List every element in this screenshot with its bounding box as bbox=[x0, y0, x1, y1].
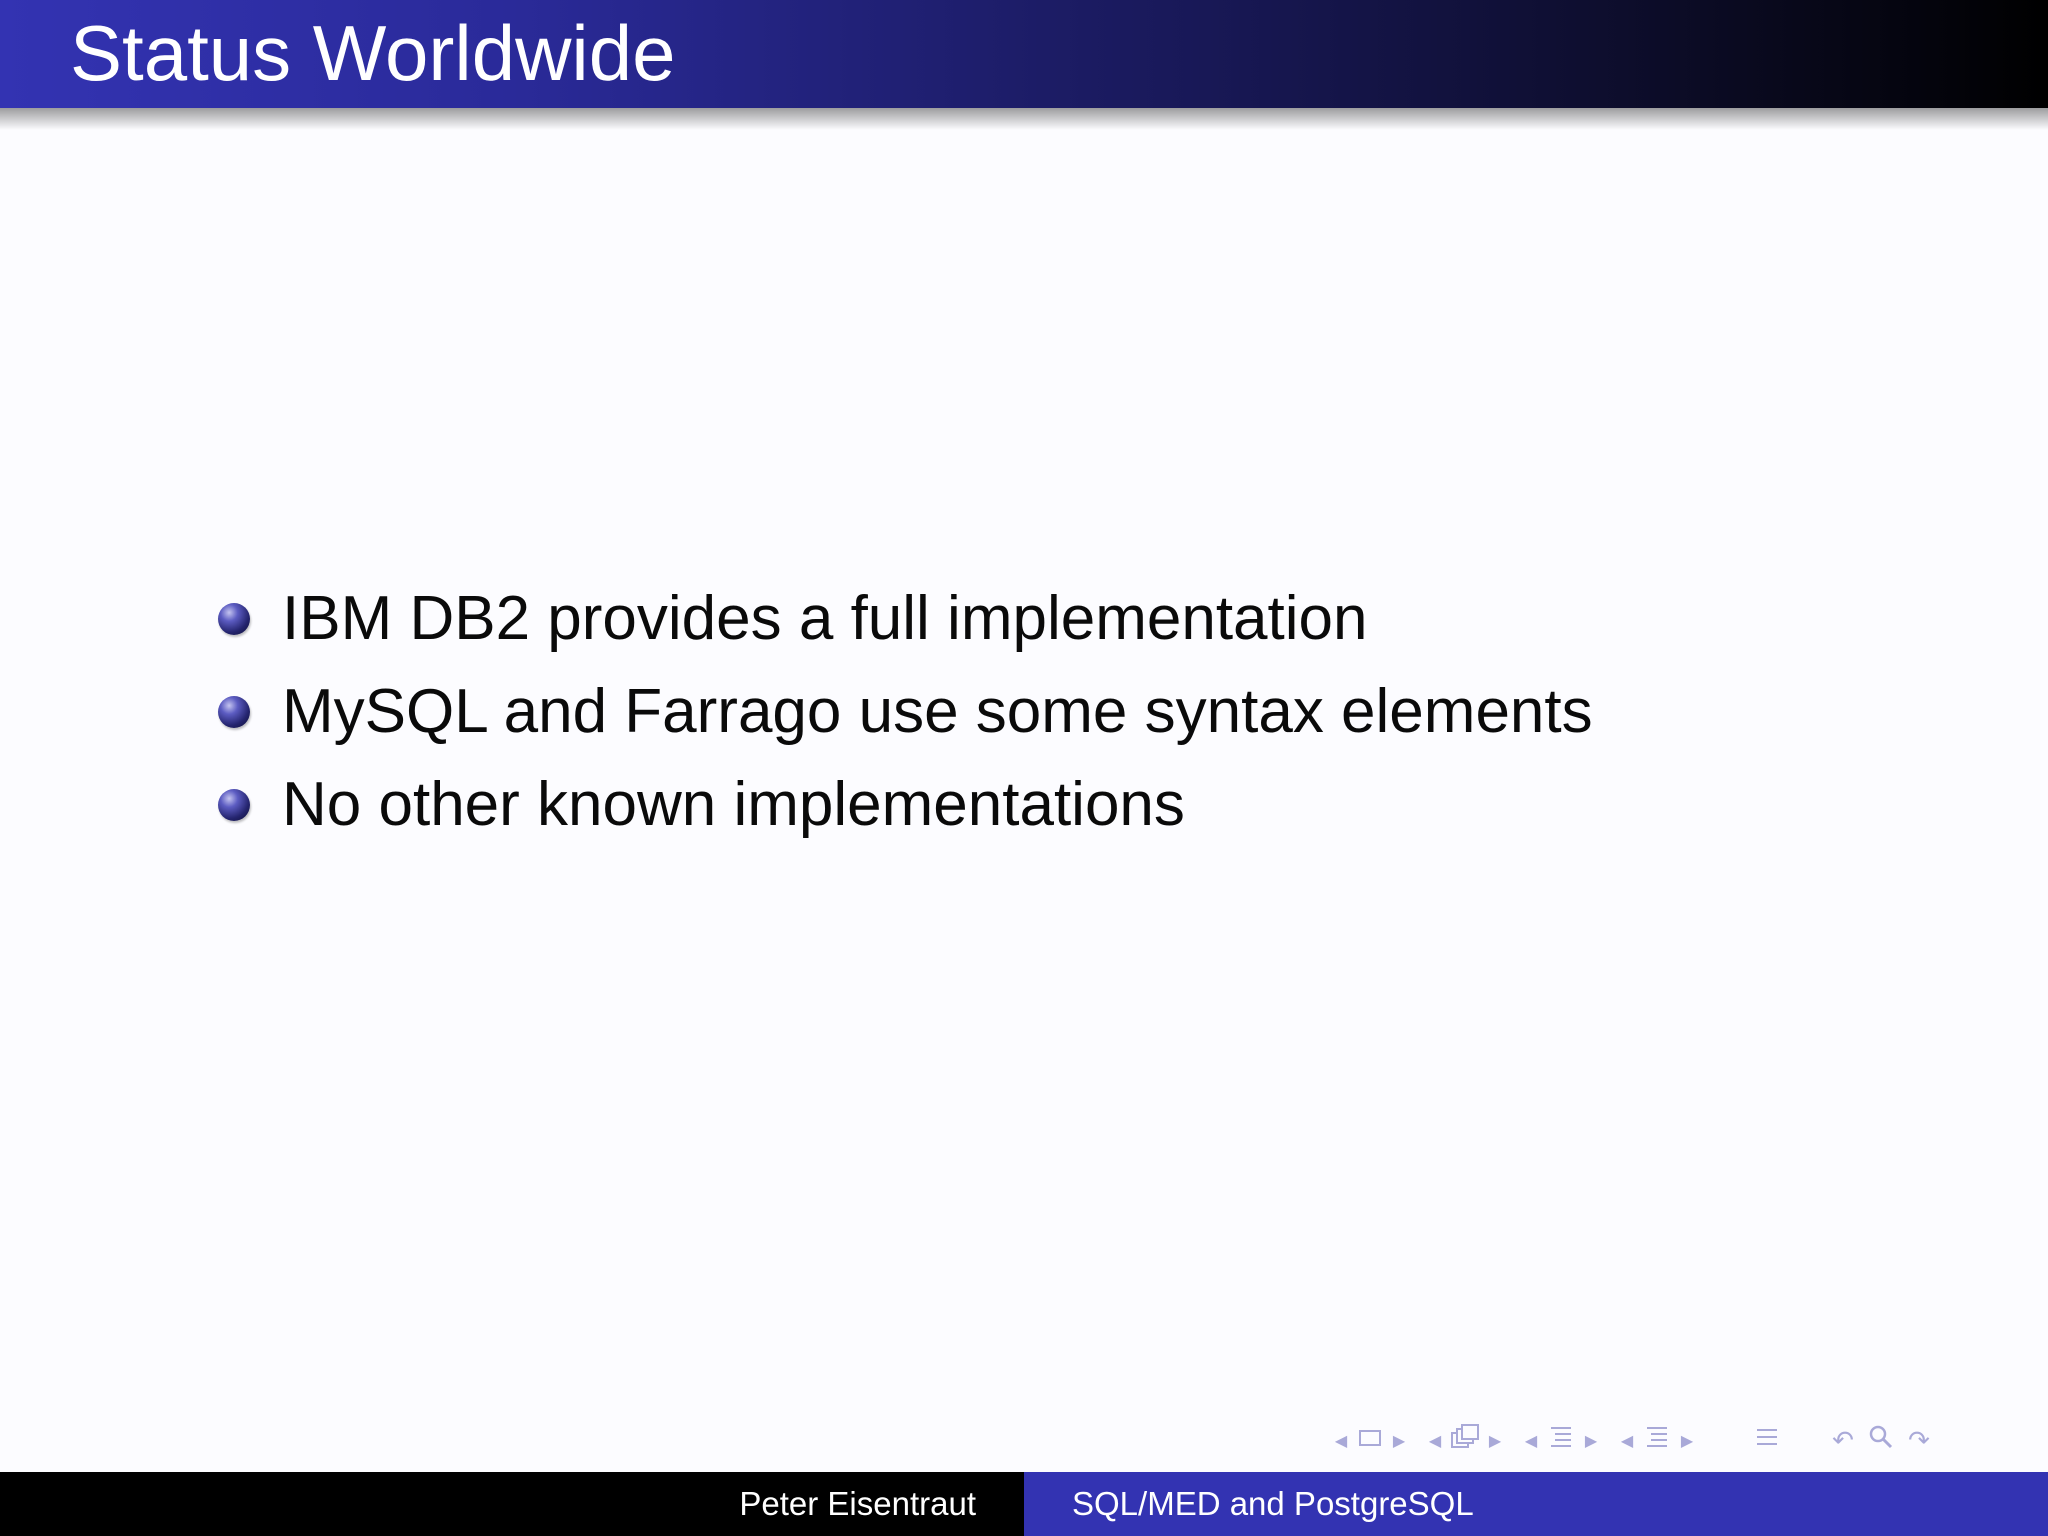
nav-next-subsection-icon[interactable]: ▶ bbox=[1580, 1424, 1602, 1458]
title-bar-shadow bbox=[0, 108, 2048, 130]
nav-next-frame-icon[interactable]: ▶ bbox=[1484, 1424, 1506, 1458]
bullet-ball-icon bbox=[218, 788, 250, 821]
slide-title: Status Worldwide bbox=[70, 9, 676, 97]
list-item: IBM DB2 provides a full implementation bbox=[218, 572, 1593, 665]
bullet-text: IBM DB2 provides a full implementation bbox=[282, 583, 1368, 653]
bullet-text: MySQL and Farrago use some syntax elemen… bbox=[282, 676, 1593, 746]
slide: Status Worldwide IBM DB2 provides a full… bbox=[0, 0, 2048, 1536]
redo-icon[interactable]: ↷ bbox=[1900, 1424, 1938, 1458]
slide-icon[interactable] bbox=[1352, 1424, 1388, 1458]
nav-prev-frame-icon[interactable]: ◀ bbox=[1424, 1424, 1446, 1458]
bullet-ball-icon bbox=[218, 602, 250, 635]
subsection-icon[interactable] bbox=[1542, 1424, 1580, 1459]
nav-prev-slide-icon[interactable]: ◀ bbox=[1330, 1424, 1352, 1458]
nav-prev-section-icon[interactable]: ◀ bbox=[1616, 1424, 1638, 1458]
nav-prev-subsection-icon[interactable]: ◀ bbox=[1520, 1424, 1542, 1458]
footer: Peter Eisentraut SQL/MED and PostgreSQL bbox=[0, 1472, 2048, 1536]
bullet-ball-icon bbox=[218, 695, 250, 728]
footer-talk-title: SQL/MED and PostgreSQL bbox=[1072, 1485, 1474, 1522]
title-bar: Status Worldwide bbox=[0, 0, 2048, 108]
appendix-icon[interactable] bbox=[1748, 1424, 1786, 1459]
footer-title-panel: SQL/MED and PostgreSQL bbox=[1024, 1472, 2048, 1536]
footer-author: Peter Eisentraut bbox=[739, 1485, 976, 1522]
search-icon[interactable] bbox=[1862, 1424, 1900, 1459]
nav-next-section-icon[interactable]: ▶ bbox=[1676, 1424, 1698, 1458]
footer-author-panel: Peter Eisentraut bbox=[0, 1472, 1024, 1536]
navigation-bar: ◀ ▶ ◀ ▶ ◀ ▶ ◀ ▶ ↶ ↷ bbox=[1330, 1423, 1938, 1459]
list-item: MySQL and Farrago use some syntax elemen… bbox=[218, 665, 1593, 758]
undo-icon[interactable]: ↶ bbox=[1824, 1424, 1862, 1458]
section-icon[interactable] bbox=[1638, 1424, 1676, 1459]
list-item: No other known implementations bbox=[218, 758, 1593, 851]
bullet-list: IBM DB2 provides a full implementation M… bbox=[218, 572, 1593, 851]
frame-icon[interactable] bbox=[1446, 1423, 1484, 1459]
bullet-text: No other known implementations bbox=[282, 769, 1185, 839]
nav-next-slide-icon[interactable]: ▶ bbox=[1388, 1424, 1410, 1458]
